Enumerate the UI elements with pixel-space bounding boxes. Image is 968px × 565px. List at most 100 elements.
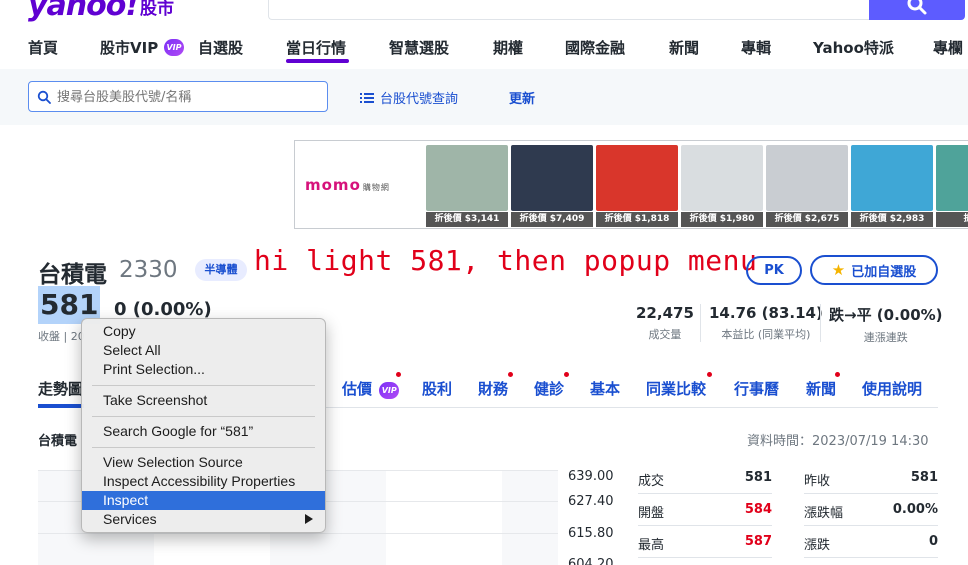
refresh-button[interactable]: 更新 xyxy=(509,88,535,107)
menu-item-select-all[interactable]: Select All xyxy=(82,341,325,360)
nav-watchlist[interactable]: 自選股 xyxy=(198,37,243,58)
tab-calendar[interactable]: 行事曆 xyxy=(734,378,779,399)
menu-item-print-selection[interactable]: Print Selection... xyxy=(82,360,325,379)
nav-columns[interactable]: 專欄 xyxy=(933,37,963,58)
section-title: 台積電 xyxy=(38,434,78,449)
quote-row: 漲跌 0 xyxy=(804,526,938,558)
stat-volume: 22,475 成交量 xyxy=(636,304,694,342)
vip-badge: VIP xyxy=(379,382,400,399)
pk-button[interactable]: PK xyxy=(746,256,802,285)
nav-albums[interactable]: 專輯 xyxy=(741,37,771,58)
yahoo-logo[interactable]: yahoo! xyxy=(28,0,139,23)
tab-help[interactable]: 使用說明 xyxy=(862,378,922,399)
tab-health[interactable]: 健診 xyxy=(534,378,564,399)
quote-value: 581 xyxy=(910,470,938,485)
ad-product-image xyxy=(766,145,848,211)
menu-item-view-selection-source[interactable]: View Selection Source xyxy=(82,453,325,472)
global-search-button[interactable] xyxy=(869,0,965,20)
divider xyxy=(700,304,701,342)
tab-financials[interactable]: 財務 xyxy=(478,378,508,399)
stock-search-bar: 台股代號查詢 更新 xyxy=(0,69,968,125)
ad-product[interactable]: 折後價 $2,675 xyxy=(766,145,848,227)
notification-dot xyxy=(835,372,840,377)
nav-active-indicator xyxy=(286,59,349,63)
menu-item-search-google[interactable]: Search Google for “581” xyxy=(82,422,325,441)
nav-options[interactable]: 期權 xyxy=(493,37,523,58)
ad-product-price: 折後價 $2,675 xyxy=(766,212,848,227)
ad-product[interactable]: 折後價 $1,818 xyxy=(596,145,678,227)
menu-item-inspect-accessibility[interactable]: Inspect Accessibility Properties xyxy=(82,472,325,491)
quote-value: 581 xyxy=(744,470,772,485)
submenu-arrow-icon xyxy=(305,514,313,524)
ad-product-price: 折後價 $3,141 xyxy=(426,212,508,227)
ad-product-image xyxy=(596,145,678,211)
star-icon: ★ xyxy=(831,261,846,279)
nav-smart-screener[interactable]: 智慧選股 xyxy=(389,37,449,58)
nav-vip-label: 股市VIP xyxy=(100,39,159,57)
tab-basic[interactable]: 基本 xyxy=(590,378,620,399)
ad-product-price: 折後價 $2,983 xyxy=(851,212,933,227)
list-icon xyxy=(360,92,374,103)
notification-dot xyxy=(508,372,513,377)
ad-product-image xyxy=(426,145,508,211)
nav-yahoo-special[interactable]: Yahoo特派 xyxy=(813,37,894,58)
stock-search-input[interactable] xyxy=(57,86,317,108)
logo-subtitle[interactable]: 股市 xyxy=(140,0,174,19)
y-tick-label: 627.40 xyxy=(568,494,614,509)
nav-news[interactable]: 新聞 xyxy=(669,37,699,58)
code-lookup-link[interactable]: 台股代號查詢 xyxy=(360,88,458,107)
stock-code: 2330 xyxy=(119,257,178,283)
stat-label: 連漲連跌 xyxy=(863,331,908,344)
ad-product[interactable]: 折後價 xyxy=(936,145,968,227)
tab-peers[interactable]: 同業比較 xyxy=(646,378,706,399)
stock-search-field[interactable] xyxy=(28,81,328,112)
ad-product-price: 折後價 $7,409 xyxy=(511,212,593,227)
quote-value: 587 xyxy=(744,534,772,549)
nav-international[interactable]: 國際金融 xyxy=(565,37,625,58)
ad-product[interactable]: 折後價 $3,141 xyxy=(426,145,508,227)
ad-product[interactable]: 折後價 $1,980 xyxy=(681,145,763,227)
quote-row: 漲跌幅 0.00% xyxy=(804,494,938,526)
menu-separator xyxy=(92,416,315,417)
tab-valuation[interactable]: 估價 VIP xyxy=(342,378,400,399)
nav-daily-quotes[interactable]: 當日行情 xyxy=(286,37,346,58)
ad-brand-sub: 購物網 xyxy=(362,183,390,192)
quote-row: 成交 581 xyxy=(638,462,772,494)
price-change: 0 (0.00%) xyxy=(114,299,212,320)
ad-banner[interactable]: momo 購物網 折後價 $3,141 折後價 $7,409 折後價 $1,818 折後… xyxy=(294,140,968,229)
notification-dot xyxy=(564,372,569,377)
nav-vip[interactable]: 股市VIP xyxy=(100,37,158,58)
menu-item-inspect[interactable]: Inspect xyxy=(82,491,325,510)
ad-brand: momo xyxy=(305,176,361,194)
quote-label: 昨收 xyxy=(804,474,831,489)
tab-dividend[interactable]: 股利 xyxy=(422,378,452,399)
nav-home[interactable]: 首頁 xyxy=(28,37,58,58)
annotation-text: hi light 581, then popup menu xyxy=(254,244,758,277)
stock-name: 台積電 xyxy=(38,262,107,288)
sector-tag[interactable]: 半導體 xyxy=(195,259,247,281)
quote-label: 成交 xyxy=(638,474,665,489)
data-timestamp: 資料時間：2023/07/19 14:30 xyxy=(747,434,929,449)
ad-product[interactable]: 折後價 $2,983 xyxy=(851,145,933,227)
ad-product[interactable]: 折後價 $7,409 xyxy=(511,145,593,227)
global-search-input[interactable] xyxy=(268,0,870,20)
menu-item-services[interactable]: Services xyxy=(82,510,325,529)
y-tick-label: 615.80 xyxy=(568,526,614,541)
stat-label: 本益比 (同業平均) xyxy=(721,328,811,341)
ad-product-image xyxy=(936,145,968,211)
main-nav: 首頁 股市VIP 自選股 當日行情 智慧選股 期權 國際金融 新聞 專輯 Yah… xyxy=(0,32,968,68)
add-watchlist-button[interactable]: ★ 已加自選股 xyxy=(810,255,938,285)
ad-brand-logo: momo 購物網 xyxy=(305,176,390,194)
stat-value: 14.76 (83.14) xyxy=(709,304,823,322)
ad-product-price: 折後價 xyxy=(936,212,968,227)
quote-value: 0 xyxy=(928,534,938,549)
menu-item-take-screenshot[interactable]: Take Screenshot xyxy=(82,391,325,410)
menu-item-copy[interactable]: Copy xyxy=(82,322,325,341)
notification-dot xyxy=(707,372,712,377)
close-label: 收盤 | 20 xyxy=(38,330,85,343)
tab-news[interactable]: 新聞 xyxy=(806,378,836,399)
stat-value: 跌→平 (0.00%) xyxy=(829,306,943,324)
notification-dot xyxy=(396,372,401,377)
top-header: yahoo! 股市 xyxy=(0,0,968,23)
tab-chart[interactable]: 走勢圖 xyxy=(38,378,83,399)
